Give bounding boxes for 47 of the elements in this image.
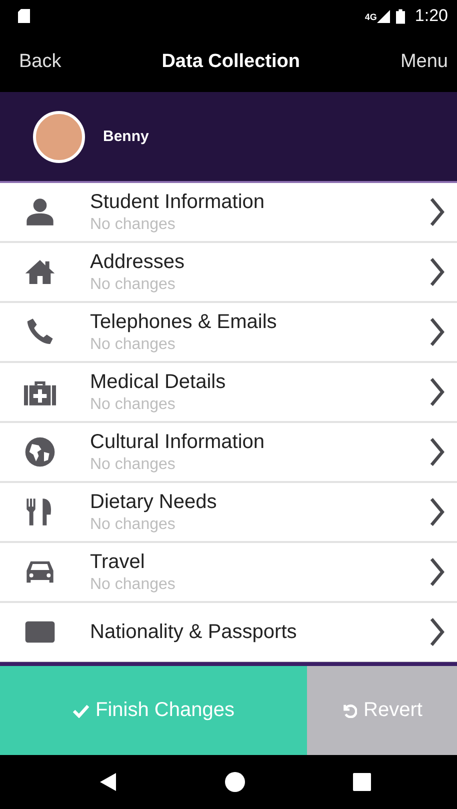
chevron-icon [429, 318, 445, 346]
section-title: Telephones & Emails [90, 310, 278, 334]
section-row[interactable]: Dietary Needs No changes [0, 483, 457, 543]
network-type: 4G [364, 12, 377, 22]
signal-icon [376, 10, 390, 22]
screen-title: Data Collection [162, 51, 300, 73]
section-status: No changes [90, 396, 176, 414]
section-status: No changes [90, 216, 176, 234]
undo-icon [342, 703, 357, 718]
sd-card-icon [18, 9, 30, 23]
section-row[interactable]: Addresses No changes [0, 243, 457, 303]
chevron-icon [429, 198, 445, 226]
section-status: No changes [90, 576, 176, 594]
section-row[interactable]: Medical Details No changes [0, 363, 457, 423]
check-icon [72, 704, 89, 718]
section-row[interactable]: Cultural Information No changes [0, 423, 457, 483]
chevron-icon [429, 558, 445, 586]
section-status: No changes [90, 516, 176, 534]
section-status: No changes [90, 336, 176, 354]
section-title: Cultural Information [90, 430, 266, 454]
chevron-icon [429, 498, 445, 526]
person-icon [24, 196, 56, 228]
section-title: Medical Details [90, 370, 227, 394]
battery-icon [396, 8, 405, 24]
chevron-icon [429, 438, 445, 466]
globe-icon [24, 436, 56, 468]
section-title: Travel [90, 550, 146, 574]
recents-square-icon [353, 773, 371, 791]
home-circle-icon [224, 772, 244, 792]
chevron-icon [429, 378, 445, 406]
back-triangle-icon [100, 773, 116, 791]
student-name: Benny [103, 128, 149, 145]
section-row[interactable]: Telephones & Emails No changes [0, 303, 457, 363]
section-status: No changes [90, 276, 176, 294]
section-title: Student Information [90, 190, 266, 214]
section-title: Dietary Needs [90, 490, 218, 514]
section-row[interactable]: Travel No changes [0, 543, 457, 603]
avatar [33, 110, 85, 162]
section-title: Nationality & Passports [90, 620, 298, 644]
menu-link[interactable]: Menu [400, 51, 448, 73]
section-row[interactable]: Student Information No changes [0, 183, 457, 243]
chevron-icon [429, 618, 445, 646]
section-status: No changes [90, 456, 176, 474]
chevron-icon [429, 258, 445, 286]
back-link[interactable]: Back [19, 51, 62, 73]
section-title: Addresses [90, 250, 186, 274]
clock: 1:20 [414, 6, 448, 26]
